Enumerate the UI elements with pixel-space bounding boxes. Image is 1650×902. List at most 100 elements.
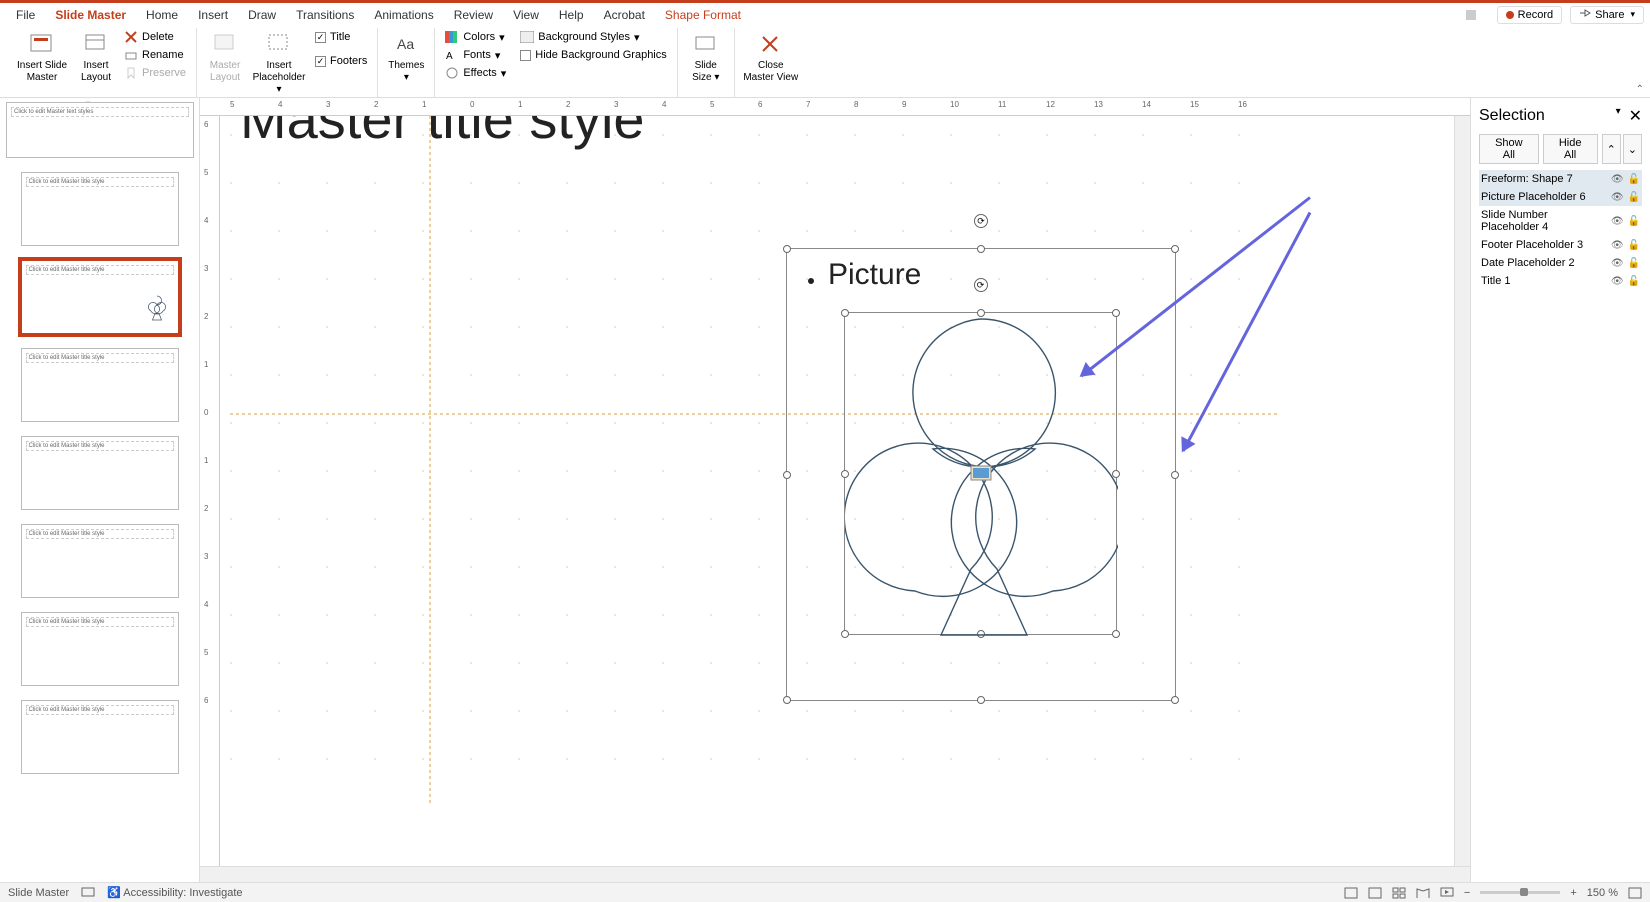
slide-canvas[interactable]: Master title style ⟳ Picture: [220, 116, 1454, 866]
insert-slide-master-button[interactable]: Insert Slide Master: [12, 28, 72, 86]
menu-draw[interactable]: Draw: [238, 5, 286, 25]
insert-placeholder-button[interactable]: Insert Placeholder ▾: [249, 28, 309, 98]
menubar: File Slide Master Home Insert Draw Trans…: [0, 0, 1650, 26]
resize-handle[interactable]: [977, 245, 985, 253]
thumb-layout-5[interactable]: Click to edit Master title style: [21, 524, 179, 598]
lock-icon[interactable]: 🔓: [1628, 192, 1640, 203]
thumb-layout-3[interactable]: Click to edit Master title style: [21, 348, 179, 422]
horizontal-scrollbar[interactable]: [200, 866, 1470, 882]
visibility-icon[interactable]: 👁: [1611, 174, 1624, 185]
ribbon-group-master-layout: Master Layout Insert Placeholder ▾ ✓Titl…: [197, 28, 378, 98]
hide-all-button[interactable]: Hide All: [1543, 134, 1598, 164]
close-master-view-button[interactable]: Close Master View: [741, 28, 801, 86]
resize-handle[interactable]: [1171, 471, 1179, 479]
resize-handle[interactable]: [1171, 245, 1179, 253]
fit-to-window-button[interactable]: [1628, 887, 1642, 899]
picture-icon[interactable]: [970, 465, 992, 483]
selection-item-freeform[interactable]: Freeform: Shape 7👁🔓: [1479, 170, 1642, 188]
rename-button[interactable]: Rename: [120, 46, 190, 64]
menu-animations[interactable]: Animations: [364, 5, 443, 25]
title-checkbox[interactable]: ✓Title: [311, 28, 371, 46]
selection-item-label: Slide Number Placeholder 4: [1481, 209, 1607, 233]
record-button[interactable]: Record: [1497, 6, 1562, 24]
vertical-scrollbar[interactable]: [1454, 116, 1470, 866]
zoom-in-button[interactable]: +: [1570, 887, 1576, 899]
share-button[interactable]: Share▾: [1570, 6, 1644, 24]
club-shape-icon: [142, 293, 172, 323]
lock-icon[interactable]: 🔓: [1628, 240, 1640, 251]
menu-acrobat[interactable]: Acrobat: [594, 5, 655, 25]
show-all-button[interactable]: Show All: [1479, 134, 1539, 164]
visibility-icon[interactable]: 👁: [1611, 216, 1624, 227]
menu-transitions[interactable]: Transitions: [286, 5, 364, 25]
view-slideshow-button[interactable]: [1440, 887, 1454, 899]
resize-handle[interactable]: [783, 471, 791, 479]
ribbon: Insert Slide Master Insert Layout Delete…: [0, 26, 1650, 98]
delete-button[interactable]: Delete: [120, 28, 190, 46]
status-notes-button[interactable]: [1344, 887, 1358, 899]
lock-icon[interactable]: 🔓: [1628, 258, 1640, 269]
menu-shape-format[interactable]: Shape Format: [655, 5, 751, 25]
view-sorter-button[interactable]: [1392, 887, 1406, 899]
visibility-icon[interactable]: 👁: [1611, 240, 1624, 251]
thumb-master[interactable]: Click to edit Master text styles: [6, 102, 194, 158]
resize-handle[interactable]: [977, 696, 985, 704]
visibility-icon[interactable]: 👁: [1611, 276, 1624, 287]
thumb-layout-1[interactable]: Click to edit Master title style: [21, 172, 179, 246]
menu-file[interactable]: File: [6, 5, 45, 25]
menu-home[interactable]: Home: [136, 5, 188, 25]
selection-item-picture-placeholder[interactable]: Picture Placeholder 6👁🔓: [1479, 188, 1642, 206]
hide-bg-checkbox[interactable]: Hide Background Graphics: [516, 46, 670, 64]
colors-button[interactable]: Colors ▾: [441, 28, 510, 46]
effects-button[interactable]: Effects ▾: [441, 64, 510, 82]
fonts-button[interactable]: AFonts ▾: [441, 46, 510, 64]
picture-placeholder-label[interactable]: Picture: [828, 258, 921, 292]
menu-review[interactable]: Review: [444, 5, 503, 25]
freeform-shape-selection[interactable]: ⟳: [844, 312, 1117, 635]
themes-button[interactable]: Aa Themes▾: [384, 28, 428, 86]
zoom-slider[interactable]: [1480, 891, 1560, 894]
zoom-label[interactable]: 150 %: [1587, 887, 1618, 899]
rotate-handle-icon[interactable]: ⟳: [974, 214, 988, 228]
footers-checkbox[interactable]: ✓Footers: [311, 52, 371, 70]
menu-slide-master[interactable]: Slide Master: [45, 5, 136, 25]
resize-handle[interactable]: [783, 245, 791, 253]
lock-icon[interactable]: 🔓: [1628, 276, 1640, 287]
selection-item-footer[interactable]: Footer Placeholder 3👁🔓: [1479, 236, 1642, 254]
bg-styles-label: Background Styles: [538, 31, 630, 43]
pane-options-button[interactable]: ▾: [1616, 106, 1621, 126]
collapse-ribbon-button[interactable]: ⌃: [1636, 84, 1644, 95]
view-reading-button[interactable]: [1416, 887, 1430, 899]
visibility-icon[interactable]: 👁: [1611, 192, 1624, 203]
thumb-layout-2[interactable]: Click to edit Master title style: [21, 260, 179, 334]
resize-handle[interactable]: [1171, 696, 1179, 704]
selection-item-title[interactable]: Title 1👁🔓: [1479, 272, 1642, 290]
pane-close-button[interactable]: ✕: [1629, 106, 1642, 126]
selection-item-date[interactable]: Date Placeholder 2👁🔓: [1479, 254, 1642, 272]
thumb-title: Click to edit Master title style: [26, 441, 174, 451]
rotate-handle-icon[interactable]: ⟳: [974, 278, 988, 292]
insert-layout-button[interactable]: Insert Layout: [74, 28, 118, 86]
master-title-text[interactable]: Master title style: [240, 116, 645, 151]
menu-insert[interactable]: Insert: [188, 5, 238, 25]
thumb-layout-6[interactable]: Click to edit Master title style: [21, 612, 179, 686]
lock-icon[interactable]: 🔓: [1628, 174, 1640, 185]
thumb-layout-7[interactable]: Click to edit Master title style: [21, 700, 179, 774]
slide-size-button[interactable]: Slide Size ▾: [684, 28, 728, 86]
selection-item-slide-number[interactable]: Slide Number Placeholder 4 👁 🔓: [1479, 206, 1642, 236]
lock-icon[interactable]: 🔓: [1628, 216, 1640, 227]
move-down-button[interactable]: ⌄: [1623, 134, 1642, 164]
visibility-icon[interactable]: 👁: [1611, 258, 1624, 269]
thumbnail-panel[interactable]: Click to edit Master text styles Click t…: [0, 98, 200, 882]
status-accessibility[interactable]: ♿ Accessibility: Investigate: [107, 886, 242, 899]
move-up-button[interactable]: ⌃: [1602, 134, 1621, 164]
menu-help[interactable]: Help: [549, 5, 594, 25]
status-display-settings[interactable]: [81, 887, 95, 899]
menu-view[interactable]: View: [503, 5, 549, 25]
resize-handle[interactable]: [783, 696, 791, 704]
zoom-out-button[interactable]: −: [1464, 887, 1470, 899]
view-normal-button[interactable]: [1368, 887, 1382, 899]
teams-button[interactable]: [1457, 6, 1489, 24]
bg-styles-button[interactable]: Background Styles ▾: [516, 28, 670, 46]
thumb-layout-4[interactable]: Click to edit Master title style: [21, 436, 179, 510]
